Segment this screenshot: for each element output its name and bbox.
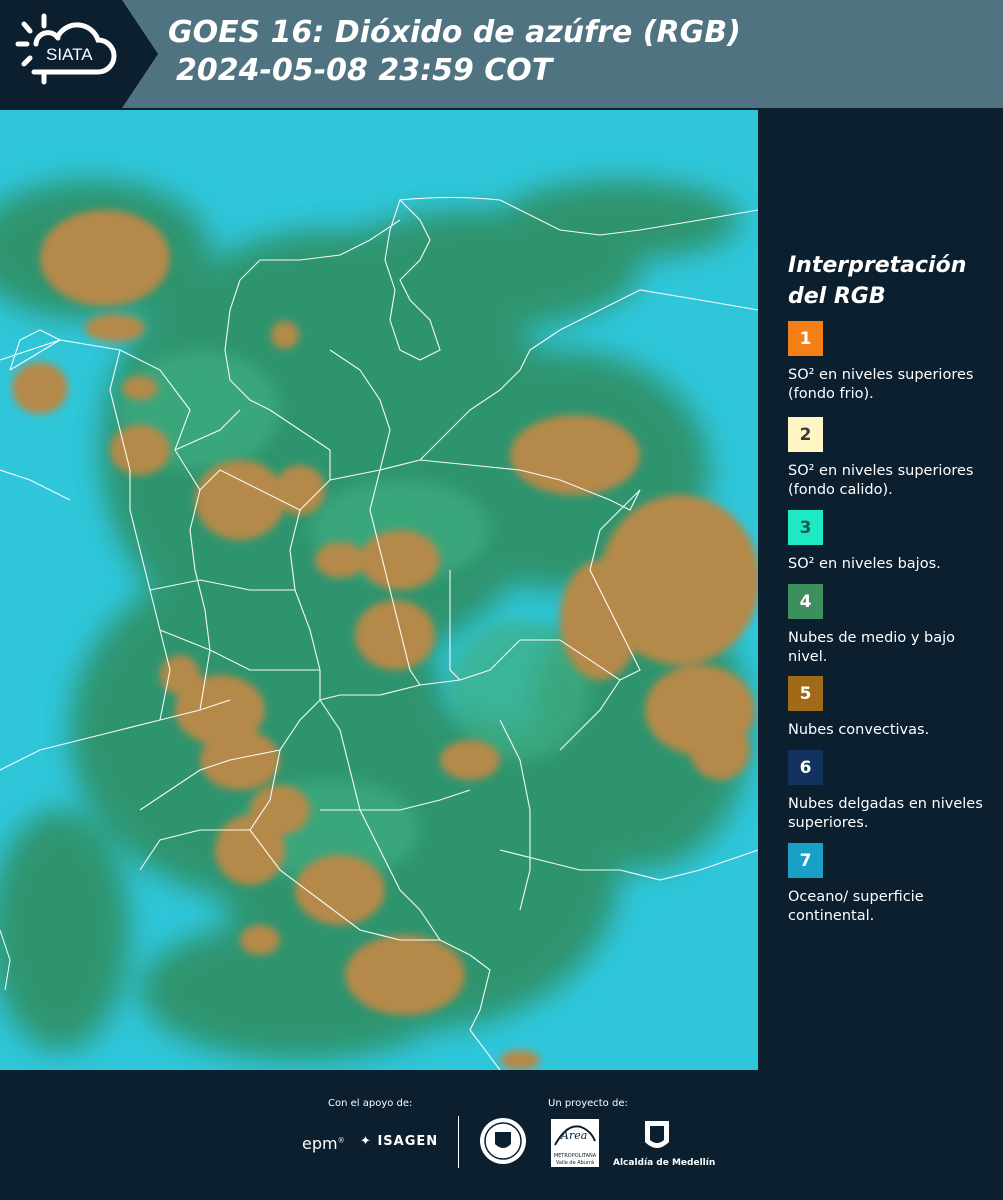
area-metropolitana-sub: Valle de Aburrá (555, 1160, 595, 1166)
legend-panel: Interpretación del RGB 1 SO² en niveles … (760, 110, 1003, 1070)
legend-item-7: 7 Oceano/ superficie continental. (788, 843, 993, 926)
area-metropolitana-icon: Área (554, 1125, 596, 1146)
legend-swatch-2: 2 (788, 417, 823, 452)
legend-item-text: Nubes de medio y bajo nivel. (788, 630, 955, 665)
legend-item-6: 6 Nubes delgadas en niveles superiores. (788, 750, 993, 833)
isagen-logo: ✦ ISAGEN (360, 1134, 438, 1149)
legend-swatch-number: 4 (799, 591, 812, 612)
legend-swatch-number: 5 (799, 683, 812, 704)
alcaldia-shield-icon (645, 1121, 669, 1148)
legend-swatch-number: 1 (799, 328, 812, 349)
siata-logo: SIATA (0, 0, 158, 108)
legend-swatch-1: 1 (788, 321, 823, 356)
isagen-logo-text: ISAGEN (377, 1134, 439, 1149)
legend-swatch-number: 7 (799, 850, 812, 871)
legend-title: Interpretación del RGB (788, 250, 966, 312)
legend-swatch-3: 3 (788, 510, 823, 545)
title-line-1: GOES 16: Dióxido de azúfre (RGB) (168, 15, 741, 50)
legend-item-text: Nubes delgadas en niveles superiores. (788, 796, 983, 831)
footer: Con el apoyo de: Un proyecto de: epm® ✦ … (0, 1070, 1003, 1200)
svg-text:SIATA: SIATA (46, 45, 93, 64)
page-title: GOES 16: Dióxido de azúfre (RGB) 2024-05-… (168, 14, 741, 90)
legend-item-4: 4 Nubes de medio y bajo nivel. (788, 584, 993, 667)
legend-swatch-number: 2 (799, 424, 812, 445)
project-label: Un proyecto de: (548, 1098, 628, 1109)
title-line-2: 2024-05-08 23:59 COT (176, 53, 553, 88)
epm-logo: epm® (302, 1134, 345, 1153)
satellite-map[interactable] (0, 110, 758, 1070)
legend-swatch-number: 6 (799, 757, 812, 778)
legend-item-text: Oceano/ superficie continental. (788, 889, 924, 924)
svg-text:Área: Área (560, 1128, 587, 1142)
legend-item-text: SO² en niveles superiores (fondo calido)… (788, 463, 974, 498)
legend-title-line-1: Interpretación (788, 253, 967, 278)
legend-swatch-7: 7 (788, 843, 823, 878)
header: SIATA GOES 16: Dióxido de azúfre (RGB) 20… (0, 0, 1003, 108)
legend-item-5: 5 Nubes convectivas. (788, 676, 993, 740)
legend-title-line-2: del RGB (788, 284, 886, 309)
area-metropolitana-name: METROPOLITANA (553, 1153, 597, 1159)
rgb-composite-image (0, 110, 758, 1070)
alcaldia-text: Alcaldía de Medellín (613, 1158, 716, 1168)
legend-item-3: 3 SO² en niveles bajos. (788, 510, 993, 574)
epm-logo-text: epm (302, 1134, 338, 1153)
area-metropolitana-logo: Área METROPOLITANA Valle de Aburrá (551, 1119, 599, 1167)
legend-item-1: 1 SO² en niveles superiores (fondo frio)… (788, 321, 993, 404)
isagen-icon: ✦ (360, 1134, 372, 1149)
legend-swatch-6: 6 (788, 750, 823, 785)
legend-item-2: 2 SO² en niveles superiores (fondo calid… (788, 417, 993, 500)
support-label: Con el apoyo de: (328, 1098, 413, 1109)
legend-item-text: SO² en niveles bajos. (788, 556, 941, 572)
sun-cloud-icon: SIATA (15, 13, 117, 85)
footer-divider (458, 1116, 459, 1168)
legend-swatch-4: 4 (788, 584, 823, 619)
legend-item-text: Nubes convectivas. (788, 722, 930, 738)
medellin-seal-icon (480, 1118, 526, 1164)
legend-swatch-number: 3 (799, 517, 812, 538)
legend-swatch-5: 5 (788, 676, 823, 711)
legend-item-text: SO² en niveles superiores (fondo frio). (788, 367, 974, 402)
